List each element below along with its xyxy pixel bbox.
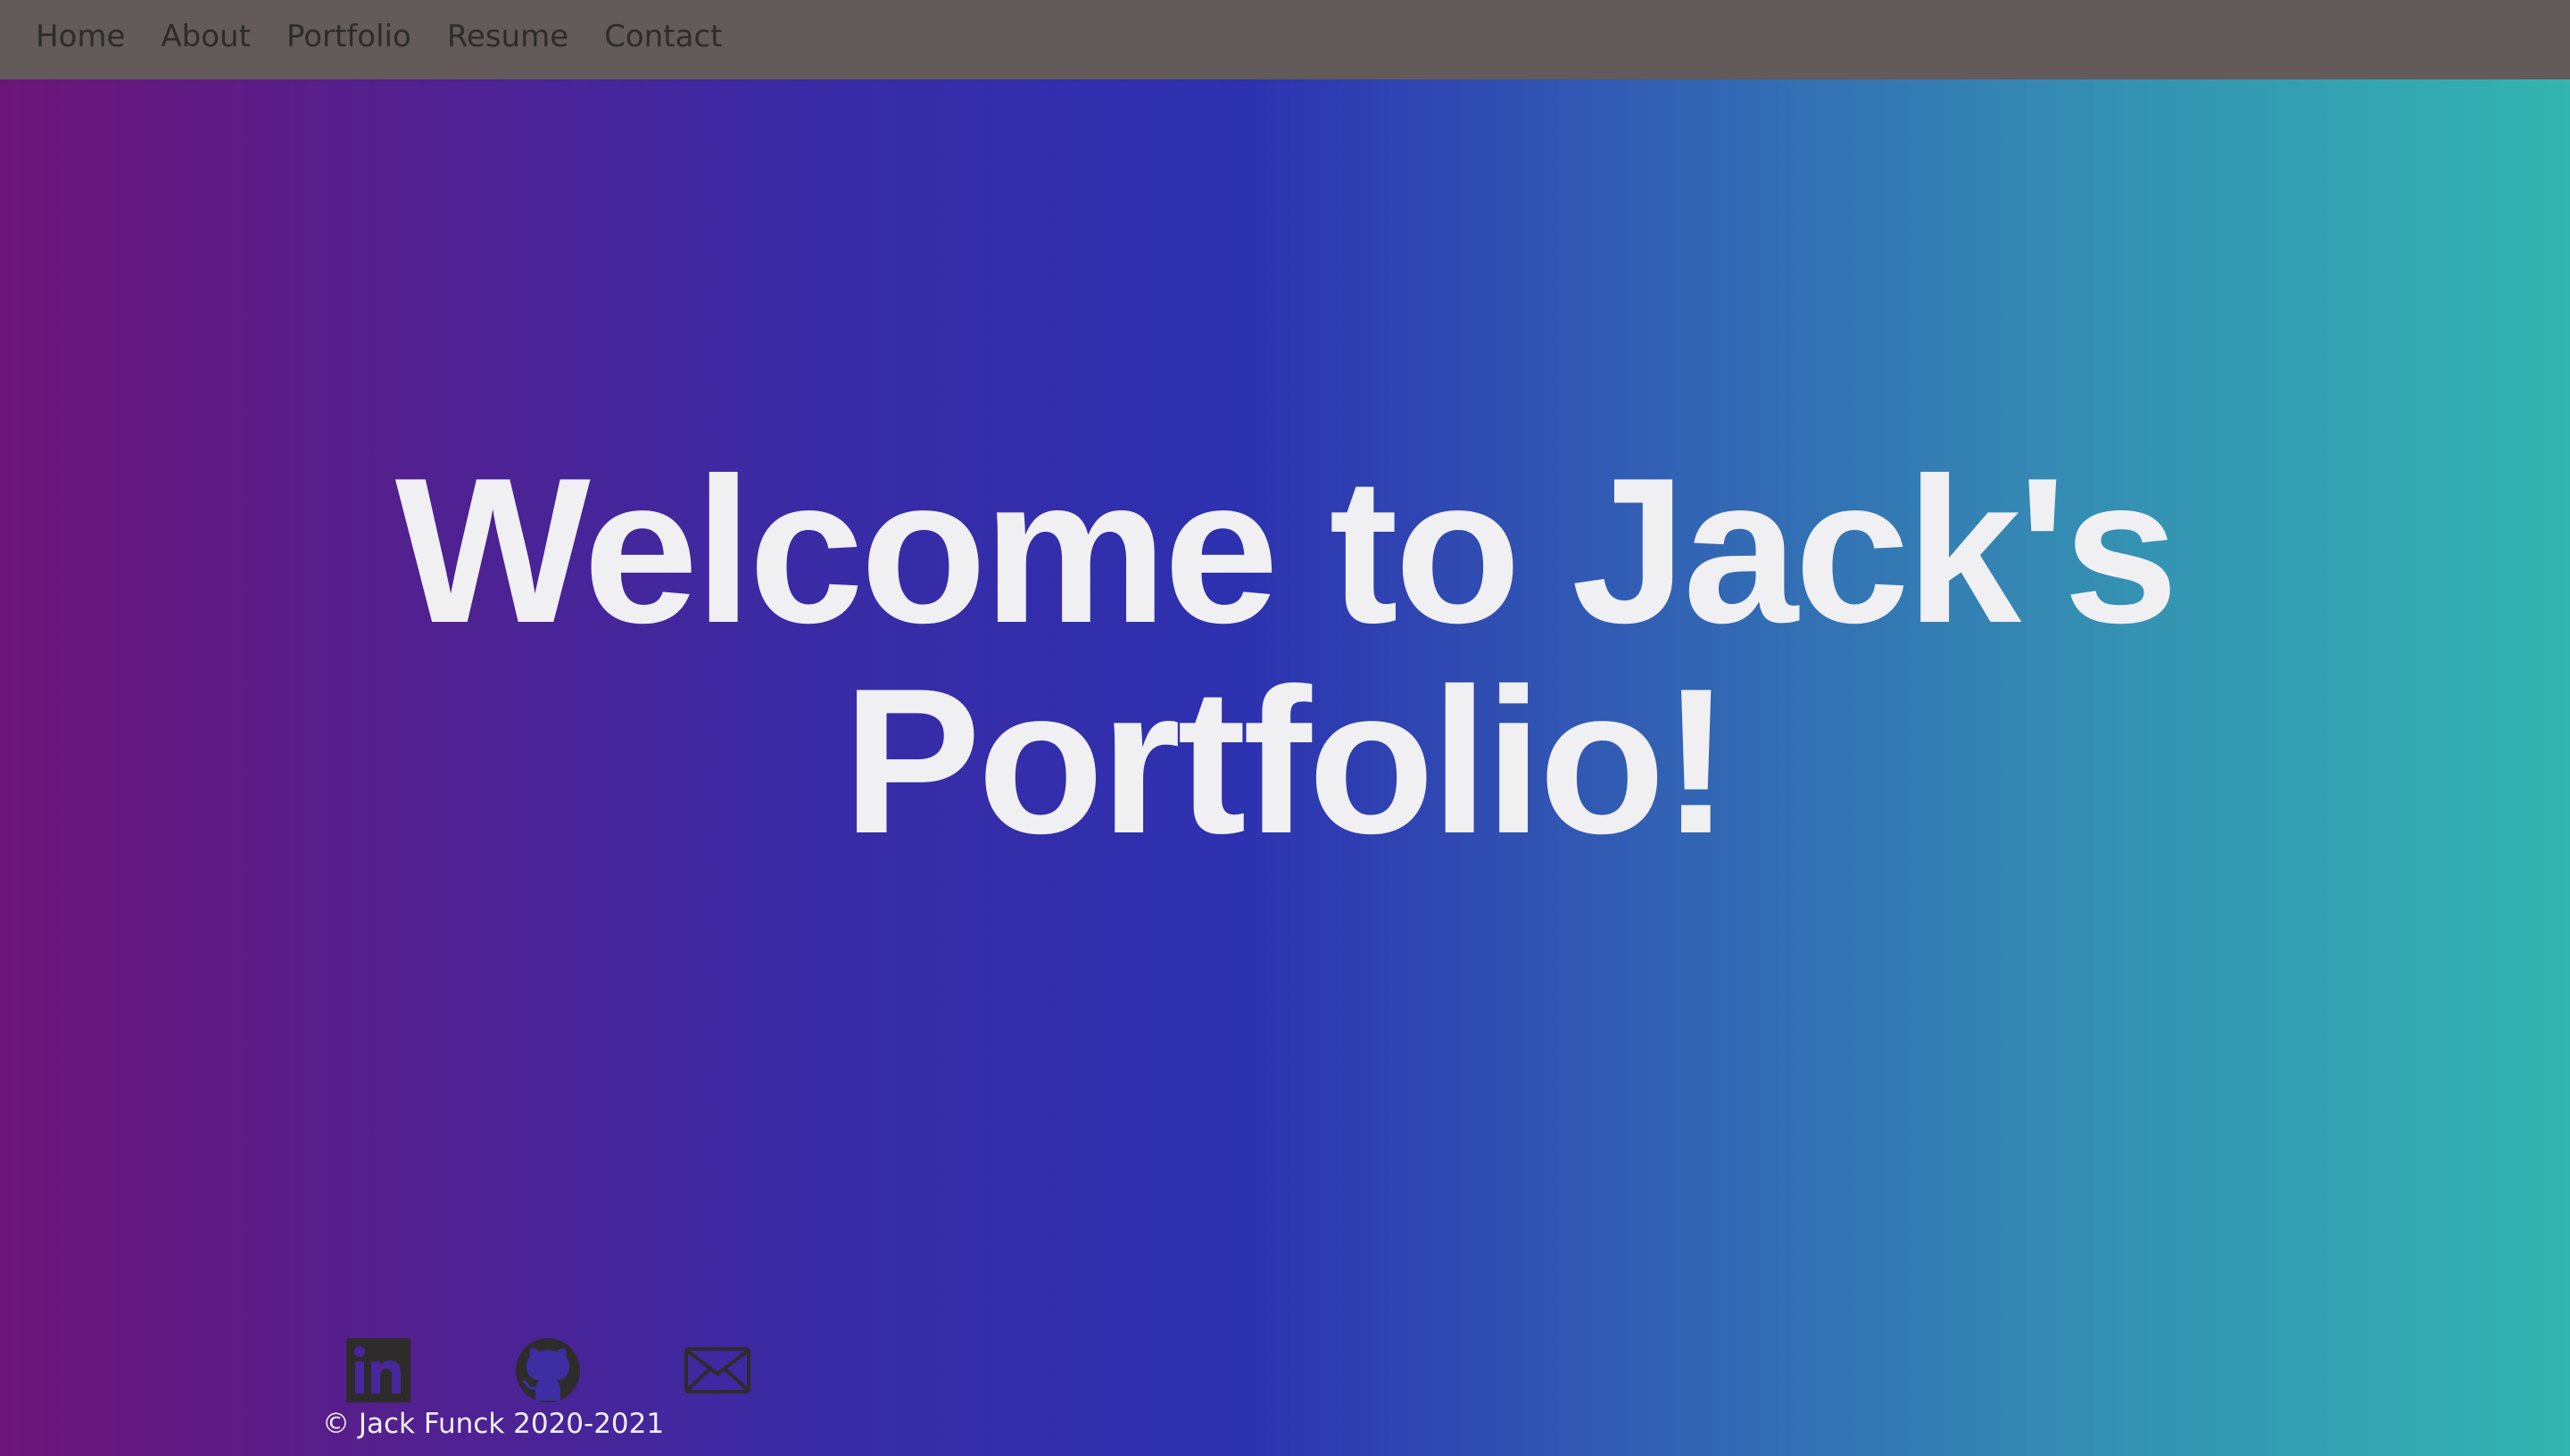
mail-icon [684,1347,750,1394]
nav-link-contact[interactable]: Contact [604,21,722,52]
github-link[interactable] [514,1336,582,1404]
linkedin-icon [346,1338,410,1402]
nav-link-about[interactable]: About [161,21,251,52]
navbar: Home About Portfolio Resume Contact [0,0,2570,79]
nav-link-home[interactable]: Home [36,21,125,52]
hero-title: Welcome to Jack's Portfolio! [394,435,2179,877]
nav-link-portfolio[interactable]: Portfolio [286,21,411,52]
nav-link-resume[interactable]: Resume [447,21,568,52]
github-icon [516,1338,580,1402]
hero-section: Welcome to Jack's Portfolio! [0,446,2570,867]
copyright-text: © Jack Funck 2020-2021 [322,1408,665,1440]
email-link[interactable] [684,1336,751,1404]
linkedin-link[interactable] [344,1336,412,1404]
social-links [344,1336,853,1404]
